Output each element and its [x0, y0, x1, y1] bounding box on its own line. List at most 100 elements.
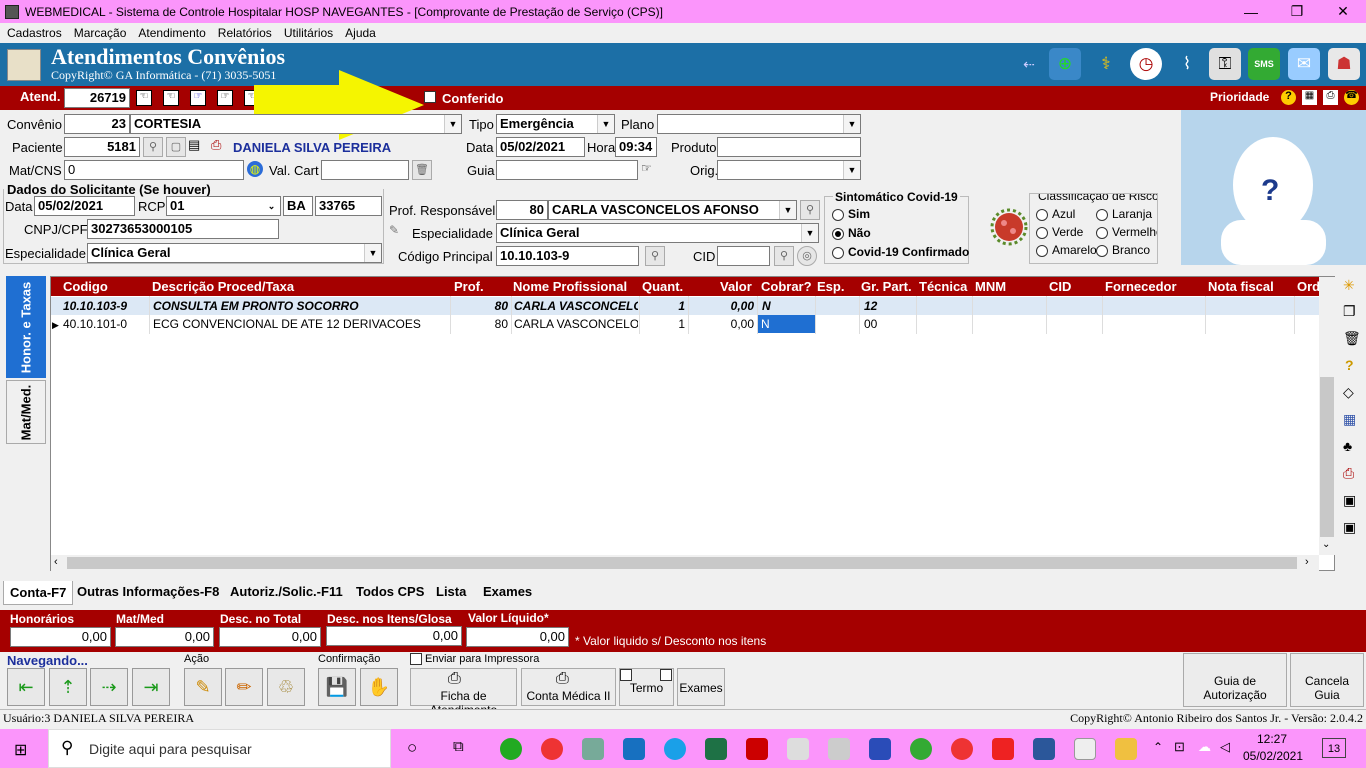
uf-field[interactable]: BA — [283, 196, 313, 216]
covid-option-nao[interactable]: Não — [832, 226, 871, 240]
covid-option-sim[interactable]: Sim — [832, 207, 870, 221]
guia-autorizacao-button[interactable]: Guia de Autorização — [1183, 653, 1287, 707]
convenio-select[interactable]: CORTESIA ▼ — [130, 114, 462, 134]
grid-calendar-icon[interactable]: ▦ — [1343, 411, 1356, 428]
ficha-atendimento-button[interactable]: Ficha de Atendimento — [410, 668, 517, 717]
tab-lista[interactable]: Lista — [430, 580, 472, 604]
termo-checkbox-left[interactable] — [620, 669, 632, 684]
table-row[interactable]: 10.10.103-9 CONSULTA EM PRONTO SOCORRO 8… — [51, 297, 1319, 315]
taskbar-search-box[interactable]: ⚲ Digite aqui para pesquisar — [48, 729, 391, 768]
orig-select[interactable]: ▼ — [717, 160, 861, 180]
printer-side-icon[interactable]: ⎙ — [1343, 465, 1354, 482]
valcart-field[interactable] — [321, 160, 409, 180]
cloud-icon[interactable]: ☁ — [1198, 739, 1211, 755]
covid-option-confirmado[interactable]: Covid-19 Confirmado — [832, 245, 969, 259]
atend-number-field[interactable]: 26719 — [64, 88, 130, 108]
tree-icon[interactable]: ♣ — [1343, 438, 1352, 454]
risco-option-amarelo[interactable]: Amarelo — [1036, 243, 1097, 257]
last-record-icon[interactable]: ☞ — [217, 90, 233, 106]
new-record-button[interactable]: ✎ — [184, 668, 222, 706]
menu-relatorios[interactable]: Relatórios — [218, 26, 272, 40]
search-paciente-icon[interactable]: ⚲ — [143, 137, 163, 157]
cid-field[interactable] — [717, 246, 770, 266]
skype-icon[interactable] — [664, 738, 686, 760]
close-button[interactable]: ✕ — [1320, 3, 1366, 20]
acrobat-icon[interactable] — [746, 738, 768, 760]
chrome-icon[interactable] — [541, 738, 563, 760]
target-icon[interactable]: ◎ — [797, 246, 817, 266]
keys-icon[interactable]: ⚿ — [1209, 48, 1241, 80]
search-codigo-icon[interactable]: ⚲ — [645, 246, 665, 266]
tipo-select[interactable]: Emergência ▼ — [496, 114, 615, 134]
menu-utilitarios[interactable]: Utilitários — [284, 26, 333, 40]
excel-icon[interactable] — [705, 738, 727, 760]
taskbar-date[interactable]: 05/02/2021 — [1240, 749, 1306, 763]
cortana-icon[interactable]: ○ — [407, 738, 417, 758]
calendar-icon[interactable]: ▦ — [1302, 90, 1317, 105]
risco-option-laranja[interactable]: Laranja — [1096, 207, 1152, 221]
utorrent-icon[interactable] — [910, 738, 932, 760]
resp-especialidade-select[interactable]: Clínica Geral ▼ — [496, 223, 819, 243]
honorarios-field[interactable]: 0,00 — [10, 627, 111, 647]
conferido-checkbox[interactable] — [424, 91, 436, 106]
first-record-icon[interactable]: ☜ — [136, 90, 152, 106]
col-ordem[interactable]: Ordem — [1297, 279, 1319, 294]
tab-honorarios-taxas[interactable]: Honor. e Taxas — [6, 276, 46, 378]
codigo-principal-field[interactable]: 10.10.103-9 — [496, 246, 639, 266]
termo-checkbox-right[interactable] — [660, 669, 672, 684]
col-quant[interactable]: Quant. — [642, 279, 683, 294]
scroll-down-icon[interactable]: ⌄ — [1322, 539, 1330, 550]
sun-icon[interactable]: ✳ — [1343, 277, 1355, 294]
stairs-icon[interactable]: ⌇ — [1171, 48, 1203, 80]
delete-record-button[interactable]: ♲ — [267, 668, 305, 706]
col-cobrar[interactable]: Cobrar? — [761, 279, 812, 294]
desc-total-field[interactable]: 0,00 — [219, 627, 321, 647]
menu-cadastros[interactable]: Cadastros — [7, 26, 62, 40]
risco-option-vermelho[interactable]: Vermelho — [1096, 225, 1157, 239]
hora-field[interactable]: 09:34 — [615, 137, 657, 157]
vertical-scrollbar[interactable]: ⌄ — [1319, 277, 1335, 555]
prof-code-field[interactable]: 80 — [496, 200, 548, 220]
risco-option-verde[interactable]: Verde — [1036, 225, 1083, 239]
liquido-field[interactable]: 0,00 — [466, 627, 569, 647]
webmedical-app-icon[interactable] — [1074, 738, 1096, 760]
col-fornecedor[interactable]: Fornecedor — [1105, 279, 1177, 294]
minimize-button[interactable]: — — [1228, 4, 1274, 20]
file-explorer-icon[interactable] — [1115, 738, 1137, 760]
printer-app-icon[interactable] — [828, 738, 850, 760]
next-record-icon[interactable]: ☞ — [190, 90, 206, 106]
vertical-scrollbar-thumb[interactable] — [1320, 377, 1334, 537]
volume-icon[interactable]: ◁ — [1220, 739, 1230, 755]
cnpj-field[interactable]: 30273653000105 — [87, 219, 279, 239]
tab-autoriz-solic[interactable]: Autoriz./Solic.-F11 — [224, 580, 349, 604]
add-user-icon[interactable]: ⊕ — [1049, 48, 1081, 80]
word-icon[interactable] — [1033, 738, 1055, 760]
whatsapp-icon[interactable] — [500, 738, 522, 760]
restore-button[interactable]: ❐ — [1274, 3, 1320, 20]
eraser-icon[interactable]: ◇ — [1343, 384, 1354, 401]
cancel-hand-button[interactable]: ✋ — [360, 668, 398, 706]
copy-icon[interactable]: ❐ — [1343, 303, 1356, 320]
nav-prev-button[interactable]: ⇡ — [49, 668, 87, 706]
task-view-icon[interactable]: ⧉ — [453, 738, 464, 755]
user-profile-icon[interactable]: ☗ — [1328, 48, 1360, 80]
notifications-badge[interactable]: 13 — [1322, 738, 1346, 758]
print-icon[interactable]: ⎙ — [1323, 90, 1338, 105]
chevron-up-icon[interactable]: ⌃ — [1153, 740, 1163, 754]
scroll-left-icon[interactable]: ‹ — [54, 556, 58, 568]
risco-option-azul[interactable]: Azul — [1036, 207, 1075, 221]
paciente-code-field[interactable]: 5181 — [64, 137, 140, 157]
shield-app-icon[interactable] — [869, 738, 891, 760]
rcp-select[interactable]: 01 ⌄ — [166, 196, 281, 216]
medical-caduceus-icon[interactable]: ⚕ — [1090, 48, 1122, 80]
scroll-right-icon[interactable]: › — [1305, 556, 1309, 568]
nav-next-button[interactable]: ⇢ — [90, 668, 128, 706]
calculator-icon[interactable] — [787, 738, 809, 760]
tab-todos-cps[interactable]: Todos CPS — [350, 580, 430, 604]
matmed-total-field[interactable]: 0,00 — [115, 627, 214, 647]
horizontal-scrollbar[interactable]: ‹ › — [51, 555, 1319, 571]
guia-field[interactable] — [496, 160, 638, 180]
windows-start-icon[interactable]: ⊞ — [14, 740, 27, 760]
app-icon-3[interactable] — [582, 738, 604, 760]
send-mail-icon[interactable]: ✉ — [1288, 48, 1320, 80]
